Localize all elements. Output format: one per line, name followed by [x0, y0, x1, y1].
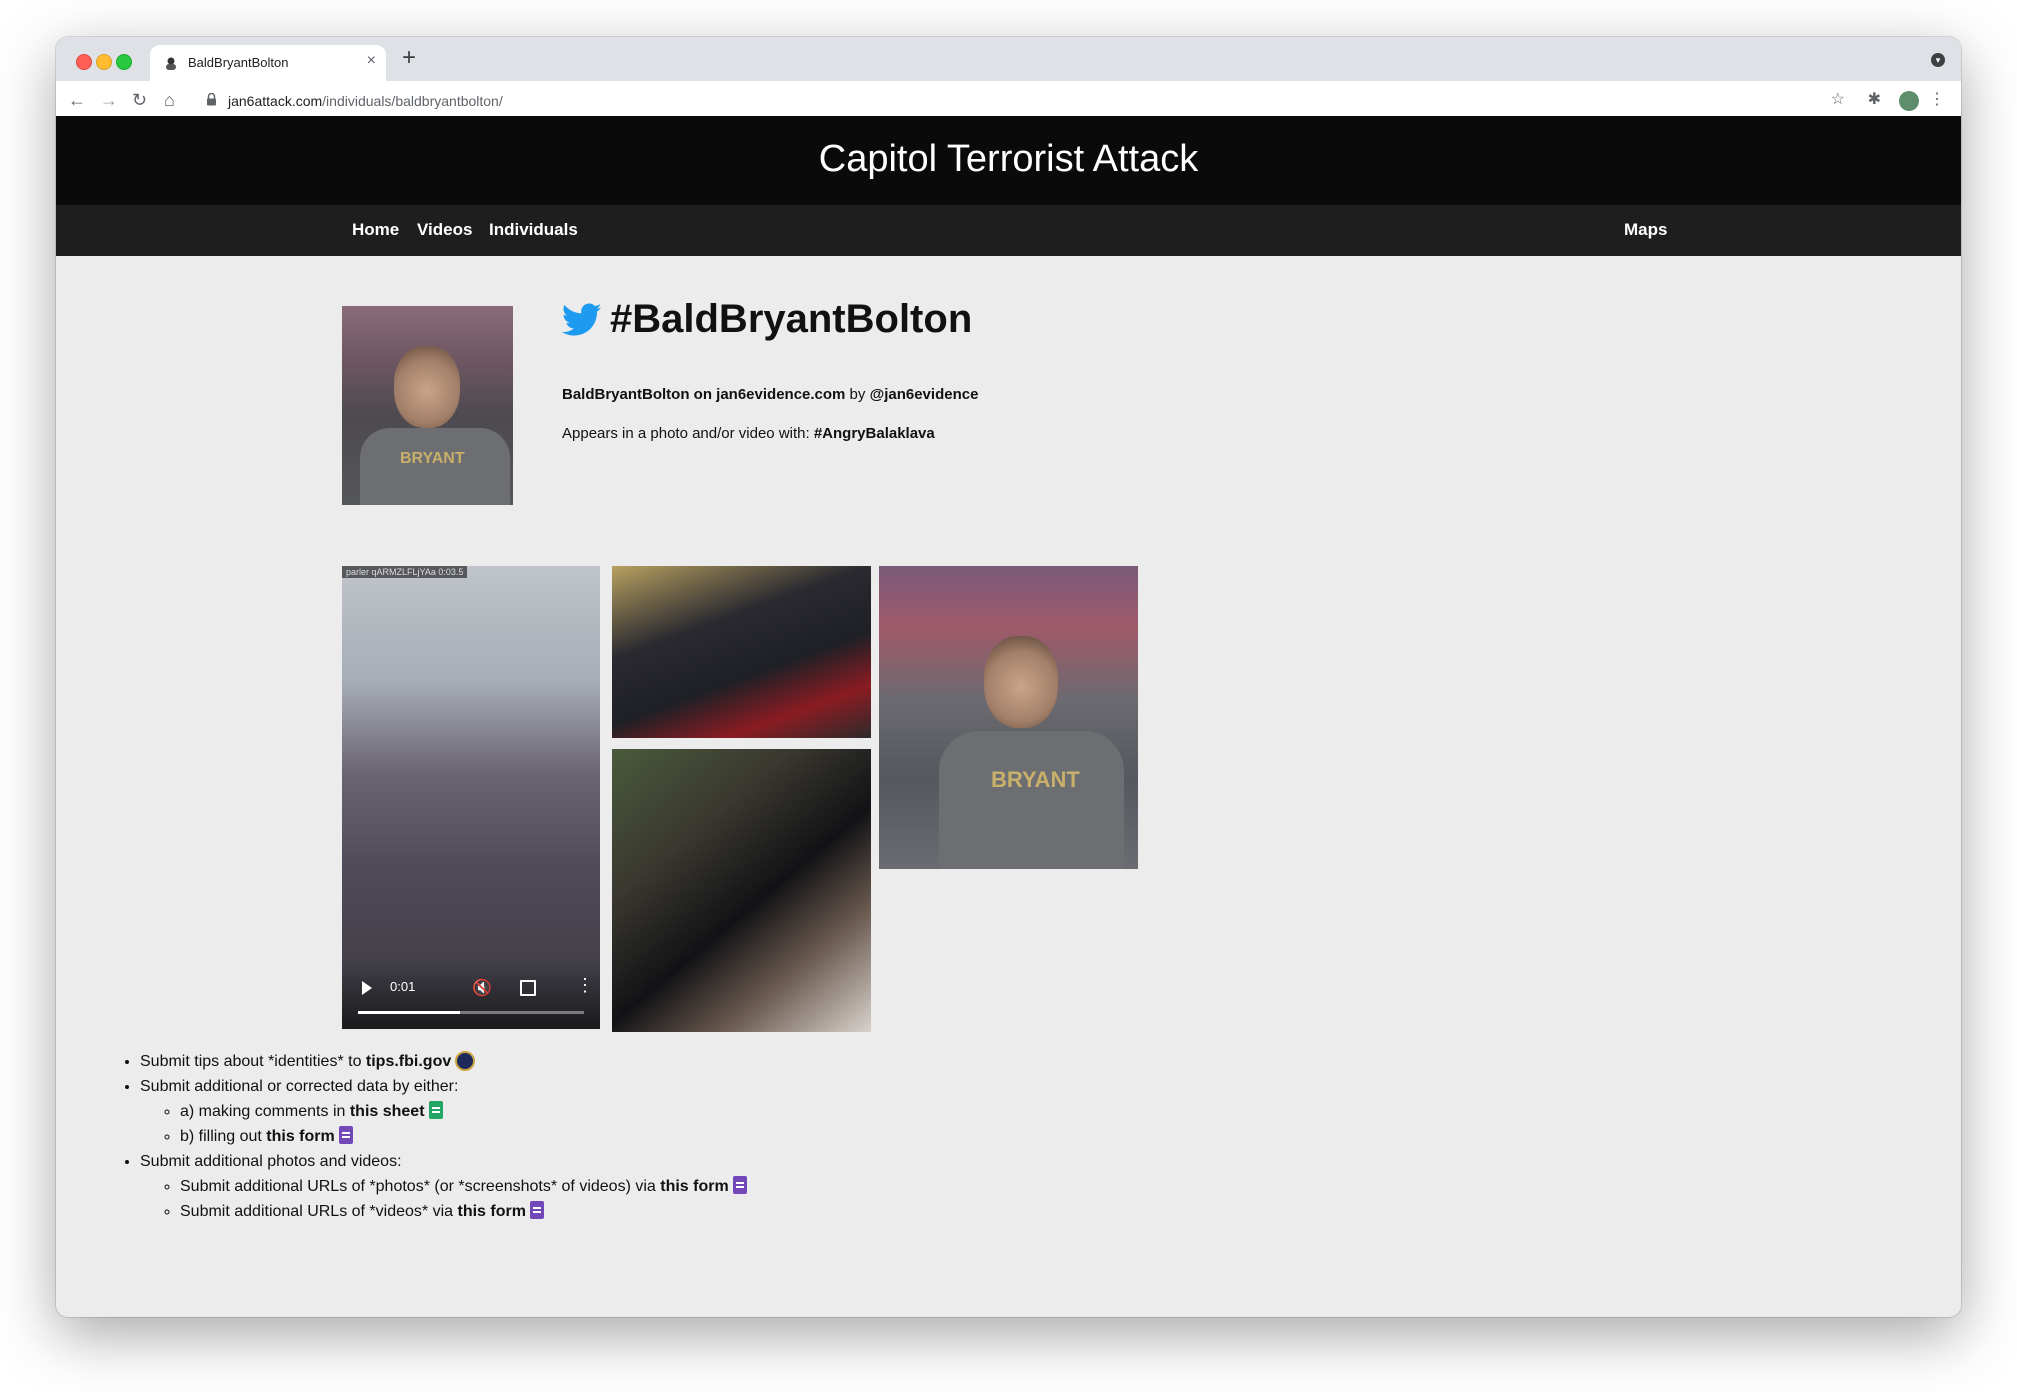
appears-with-link[interactable]: #AngryBalaklava [814, 425, 935, 442]
tab-title: BaldBryantBolton [188, 55, 289, 70]
back-icon[interactable]: ← [68, 89, 86, 111]
favicon-icon [166, 57, 176, 70]
nav-videos[interactable]: Videos [417, 220, 472, 240]
evidence-photo-crowd[interactable] [612, 566, 871, 738]
fbi-link[interactable]: tips.fbi.gov [366, 1053, 451, 1070]
video-more-icon[interactable]: ⋮ [576, 975, 594, 996]
url-text: jan6attack.com/individuals/baldbryantbol… [228, 93, 503, 109]
browser-tab[interactable]: BaldBryantBolton × [150, 45, 386, 81]
closeup-shirt-lettering: BRYANT [991, 767, 1080, 792]
video-time: 0:01 [390, 979, 416, 994]
profile-photo-face [394, 346, 460, 428]
tab-strip: BaldBryantBolton × + ▾ [56, 37, 1961, 81]
url-path: /individuals/baldbryantbolton/ [322, 93, 503, 109]
video-player[interactable]: parler qARMZLFLjYAa 0:03.5 0:01 🔇 ⋮ [342, 566, 600, 1029]
videos-form-link[interactable]: this form [457, 1203, 525, 1220]
shirt-lettering: BRYANT [400, 450, 465, 467]
tip-fbi: Submit tips about *identities* to tips.f… [140, 1049, 747, 1074]
browser-window: BaldBryantBolton × + ▾ ← → ↻ ⌂ jan6attac… [56, 37, 1961, 1317]
mute-icon[interactable]: 🔇 [472, 978, 492, 998]
source-author-link[interactable]: @jan6evidence [870, 386, 979, 403]
fbi-seal-icon [455, 1051, 476, 1071]
video-progress-fill [358, 1011, 460, 1014]
nav-home[interactable]: Home [352, 220, 399, 240]
twitter-icon[interactable] [562, 303, 602, 337]
appears-prefix: Appears in a photo and/or video with: [562, 425, 814, 442]
close-window-button[interactable] [76, 54, 92, 70]
tab-search-icon[interactable]: ▾ [1931, 53, 1945, 67]
nav-individuals[interactable]: Individuals [489, 220, 578, 240]
video-controls: 0:01 🔇 ⋮ [342, 959, 600, 1029]
video-caption: parler qARMZLFLjYAa 0:03.5 [342, 566, 468, 578]
source-link[interactable]: BaldBryantBolton on jan6evidence.com [562, 386, 845, 403]
photos-form-link[interactable]: this form [660, 1178, 728, 1195]
tip-sheet-text: a) making comments in [180, 1103, 350, 1120]
tip-form-text: b) filling out [180, 1128, 267, 1145]
evidence-photo-confrontation[interactable] [612, 749, 871, 1032]
appears-with-line: Appears in a photo and/or video with: #A… [562, 425, 935, 442]
zoom-window-button[interactable] [116, 54, 132, 70]
source-by-text: by [845, 386, 870, 403]
close-tab-icon[interactable]: × [367, 52, 376, 70]
tips-list: Submit tips about *identities* to tips.f… [100, 1049, 747, 1224]
google-sheets-icon [428, 1101, 443, 1119]
home-icon[interactable]: ⌂ [164, 89, 175, 111]
tip-fbi-text: Submit tips about *identities* to [140, 1053, 366, 1070]
tip-submit-data-text: Submit additional or corrected data by e… [140, 1078, 459, 1095]
profile-photo-shirt: BRYANT [360, 428, 510, 505]
lock-icon [207, 93, 216, 106]
fullscreen-icon[interactable] [520, 980, 536, 996]
bookmark-star-icon[interactable]: ☆ [1831, 90, 1845, 110]
forward-icon[interactable]: → [100, 89, 118, 111]
evidence-photo-closeup[interactable]: BRYANT [879, 566, 1138, 869]
tip-submit-data: Submit additional or corrected data by e… [140, 1074, 747, 1149]
google-forms-icon [338, 1126, 353, 1144]
tip-photos-text: Submit additional URLs of *photos* (or *… [180, 1178, 661, 1195]
video-progress-bar[interactable] [358, 1011, 584, 1014]
closeup-shirt: BRYANT [939, 731, 1124, 869]
extensions-icon[interactable]: ✱ [1868, 90, 1881, 110]
sheet-link[interactable]: this sheet [350, 1103, 425, 1120]
tip-submit-media-text: Submit additional photos and videos: [140, 1153, 402, 1170]
source-line: BaldBryantBolton on jan6evidence.com by … [562, 386, 978, 403]
play-icon[interactable] [362, 981, 372, 995]
tip-form: b) filling out this form [180, 1124, 747, 1149]
google-forms-icon [529, 1201, 544, 1219]
google-forms-icon [732, 1176, 747, 1194]
reload-icon[interactable]: ↻ [132, 89, 147, 111]
tip-videos-text: Submit additional URLs of *videos* via [180, 1203, 458, 1220]
individual-profile-photo[interactable]: BRYANT [342, 306, 513, 505]
minimize-window-button[interactable] [96, 54, 112, 70]
individual-handle: #BaldBryantBolton [610, 297, 973, 341]
url-domain: jan6attack.com [228, 93, 323, 109]
address-bar[interactable]: jan6attack.com/individuals/baldbryantbol… [198, 87, 1895, 115]
new-tab-icon[interactable]: + [402, 46, 416, 70]
form-link[interactable]: this form [266, 1128, 334, 1145]
tip-sheet: a) making comments in this sheet [180, 1099, 747, 1124]
site-title[interactable]: Capitol Terrorist Attack [56, 138, 1961, 181]
tip-photos: Submit additional URLs of *photos* (or *… [180, 1174, 747, 1199]
site-nav: Home Videos Individuals Maps [56, 205, 1961, 256]
tip-submit-media: Submit additional photos and videos: Sub… [140, 1149, 747, 1224]
tip-videos: Submit additional URLs of *videos* via t… [180, 1199, 747, 1224]
closeup-face [984, 636, 1058, 728]
nav-maps[interactable]: Maps [1624, 220, 1667, 240]
profile-avatar[interactable] [1899, 91, 1919, 111]
browser-menu-icon[interactable]: ⋮ [1929, 90, 1945, 110]
site-header: Capitol Terrorist Attack [56, 116, 1961, 205]
